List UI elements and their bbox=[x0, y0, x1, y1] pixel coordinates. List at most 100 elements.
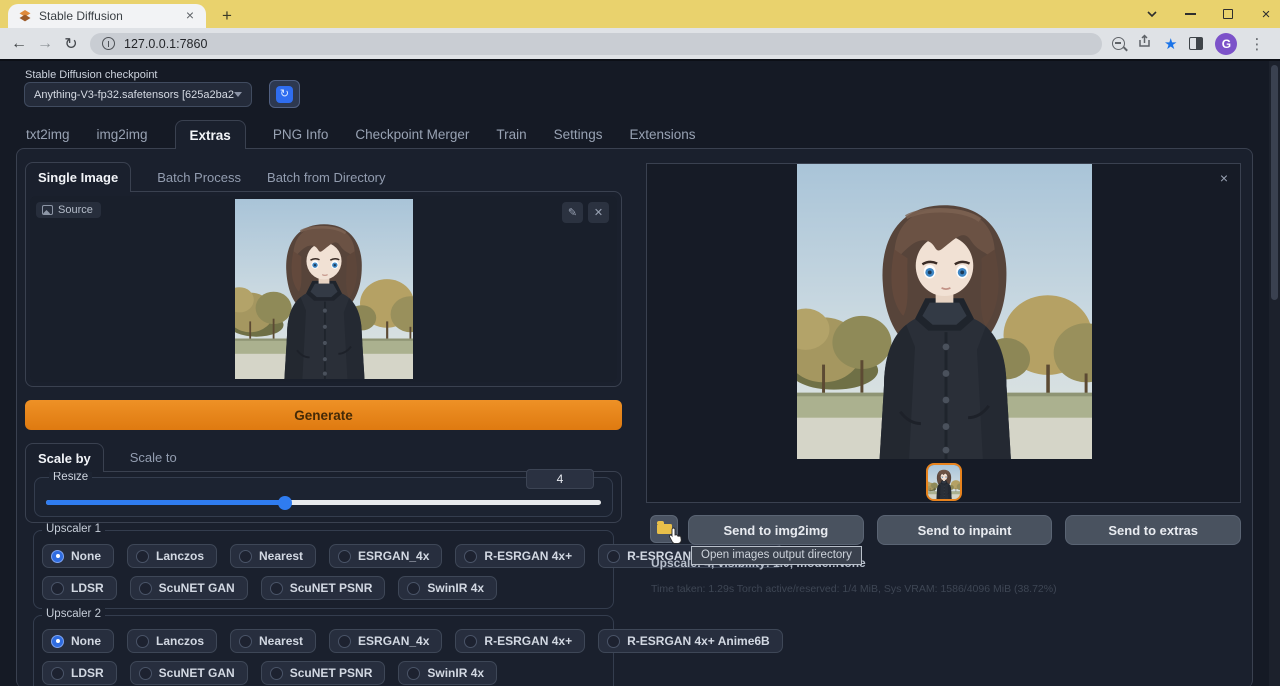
radio-icon bbox=[464, 635, 477, 648]
upscaler1-option-lanczos[interactable]: Lanczos bbox=[127, 544, 217, 568]
generation-stats-text: Time taken: 1.29s Torch active/reserved:… bbox=[651, 583, 1057, 595]
zoom-icon[interactable] bbox=[1112, 37, 1125, 50]
radio-icon bbox=[270, 582, 283, 595]
radio-icon bbox=[407, 667, 420, 680]
upscaler2-option-swinir4x[interactable]: SwinIR 4x bbox=[398, 661, 497, 685]
slider-thumb[interactable] bbox=[278, 496, 292, 510]
reload-button[interactable]: ↻ bbox=[58, 34, 84, 54]
pill-label: R-ESRGAN 4x+ bbox=[484, 634, 572, 648]
new-tab-button[interactable]: + bbox=[216, 5, 238, 27]
browser-tabstrip: Stable Diffusion × + × bbox=[0, 0, 1280, 28]
source-image[interactable] bbox=[235, 199, 413, 379]
upscaler-2-label: Upscaler 2 bbox=[42, 608, 105, 620]
back-button[interactable]: ← bbox=[6, 35, 32, 53]
pill-label: Nearest bbox=[259, 549, 303, 563]
checkpoint-label: Stable Diffusion checkpoint bbox=[25, 69, 158, 81]
output-image[interactable] bbox=[797, 164, 1092, 459]
forward-button[interactable]: → bbox=[32, 35, 58, 53]
browser-toolbar: ← → ↻ 127.0.0.1:7860 ★ G ⋮ bbox=[0, 28, 1280, 59]
browser-menu-icon[interactable]: ⋮ bbox=[1249, 35, 1264, 53]
radio-icon bbox=[270, 667, 283, 680]
extras-panel: Single Image Batch Process Batch from Di… bbox=[16, 148, 1253, 686]
pill-label: ScuNET PSNR bbox=[290, 666, 373, 680]
slider-fill bbox=[46, 500, 285, 505]
tab-settings[interactable]: Settings bbox=[554, 120, 603, 149]
gallery-thumbnail-selected[interactable] bbox=[926, 463, 962, 501]
tab-img2img[interactable]: img2img bbox=[97, 120, 148, 149]
subtab-scale-to[interactable]: Scale to bbox=[130, 443, 177, 472]
upscaler2-option-resrgan-anime6b[interactable]: R-ESRGAN 4x+ Anime6B bbox=[598, 629, 783, 653]
subtab-batch-process[interactable]: Batch Process bbox=[157, 162, 241, 192]
main-tab-bar: txt2img img2img Extras PNG Info Checkpoi… bbox=[16, 120, 696, 149]
upscaler2-option-resrgan4x[interactable]: R-ESRGAN 4x+ bbox=[455, 629, 585, 653]
source-label: Source bbox=[58, 204, 93, 216]
send-to-inpaint-button[interactable]: Send to inpaint bbox=[877, 515, 1053, 545]
upscaler1-option-resrgan4x[interactable]: R-ESRGAN 4x+ bbox=[455, 544, 585, 568]
upscaler2-option-scunet-psnr[interactable]: ScuNET PSNR bbox=[261, 661, 386, 685]
upscaler1-option-esrgan4x[interactable]: ESRGAN_4x bbox=[329, 544, 442, 568]
window-minimize-button[interactable] bbox=[1182, 6, 1198, 22]
radio-icon bbox=[407, 582, 420, 595]
site-info-icon[interactable] bbox=[102, 37, 115, 50]
address-bar[interactable]: 127.0.0.1:7860 bbox=[90, 33, 1102, 55]
upscaler2-option-lanczos[interactable]: Lanczos bbox=[127, 629, 217, 653]
subtab-single-image[interactable]: Single Image bbox=[25, 162, 131, 192]
upscaler2-option-ldsr[interactable]: LDSR bbox=[42, 661, 117, 685]
upscaler1-option-scunet-psnr[interactable]: ScuNET PSNR bbox=[261, 576, 386, 600]
pill-label: ScuNET GAN bbox=[159, 581, 235, 595]
tab-close-icon[interactable]: × bbox=[182, 8, 198, 24]
page-scrollbar[interactable] bbox=[1269, 61, 1280, 686]
screen: Stable Diffusion × + × ← → ↻ 127.0.0.1:7… bbox=[0, 0, 1280, 686]
pill-label: R-ESRGAN 4x+ bbox=[484, 549, 572, 563]
pill-label: SwinIR 4x bbox=[427, 666, 484, 680]
upscaler1-option-swinir4x[interactable]: SwinIR 4x bbox=[398, 576, 497, 600]
upscaler2-option-esrgan4x[interactable]: ESRGAN_4x bbox=[329, 629, 442, 653]
window-maximize-button[interactable] bbox=[1220, 6, 1236, 22]
upscaler1-option-none[interactable]: None bbox=[42, 544, 114, 568]
checkpoint-dropdown[interactable]: Anything-V3-fp32.safetensors [625a2ba2] bbox=[24, 82, 252, 107]
tab-png-info[interactable]: PNG Info bbox=[273, 120, 329, 149]
profile-avatar[interactable]: G bbox=[1215, 33, 1237, 55]
generate-button[interactable]: Generate bbox=[25, 400, 622, 430]
subtab-scale-by[interactable]: Scale by bbox=[25, 443, 104, 472]
upscaler2-option-scunet-gan[interactable]: ScuNET GAN bbox=[130, 661, 248, 685]
subtab-batch-from-directory[interactable]: Batch from Directory bbox=[267, 162, 385, 192]
refresh-checkpoints-button[interactable]: ↻ bbox=[269, 80, 300, 108]
url-text[interactable]: 127.0.0.1:7860 bbox=[124, 37, 207, 51]
side-panel-icon[interactable] bbox=[1189, 37, 1203, 50]
tab-extras[interactable]: Extras bbox=[175, 120, 246, 149]
scrollbar-thumb[interactable] bbox=[1271, 65, 1278, 300]
source-image-dropzone[interactable]: Source ✎ ✕ bbox=[30, 196, 617, 382]
send-to-img2img-button[interactable]: Send to img2img bbox=[688, 515, 864, 545]
dropzone-tools: ✎ ✕ bbox=[562, 202, 609, 223]
resize-number-input[interactable]: 4 bbox=[526, 469, 594, 489]
pill-label: None bbox=[71, 634, 101, 648]
clear-image-icon[interactable]: ✕ bbox=[588, 202, 609, 223]
tab-train[interactable]: Train bbox=[496, 120, 526, 149]
window-close-button[interactable]: × bbox=[1258, 6, 1274, 22]
bookmark-star-icon[interactable]: ★ bbox=[1164, 35, 1177, 53]
resize-slider[interactable] bbox=[46, 500, 601, 505]
upscaler1-option-nearest[interactable]: Nearest bbox=[230, 544, 316, 568]
upscaler1-option-ldsr[interactable]: LDSR bbox=[42, 576, 117, 600]
upscaler2-option-none[interactable]: None bbox=[42, 629, 114, 653]
share-icon[interactable] bbox=[1137, 34, 1152, 54]
tab-extensions[interactable]: Extensions bbox=[629, 120, 695, 149]
extras-subtabs: Single Image Batch Process Batch from Di… bbox=[25, 162, 386, 192]
send-to-extras-button[interactable]: Send to extras bbox=[1065, 515, 1241, 545]
radio-icon bbox=[136, 635, 149, 648]
send-buttons-row: Send to img2img Send to inpaint Send to … bbox=[688, 515, 1241, 545]
radio-icon bbox=[51, 667, 64, 680]
single-image-panel: Source ✎ ✕ bbox=[25, 191, 622, 387]
upscaler1-option-scunet-gan[interactable]: ScuNET GAN bbox=[130, 576, 248, 600]
tab-txt2img[interactable]: txt2img bbox=[26, 120, 70, 149]
edit-image-icon[interactable]: ✎ bbox=[562, 202, 583, 223]
upscaler2-option-nearest[interactable]: Nearest bbox=[230, 629, 316, 653]
tab-checkpoint-merger[interactable]: Checkpoint Merger bbox=[355, 120, 469, 149]
gallery-close-icon[interactable]: × bbox=[1220, 170, 1228, 186]
browser-tab[interactable]: Stable Diffusion × bbox=[8, 4, 206, 28]
chrome-menu-chevron-icon[interactable] bbox=[1144, 6, 1160, 22]
radio-icon bbox=[136, 550, 149, 563]
scale-by-panel: Resize 4 bbox=[25, 471, 622, 523]
pill-label: LDSR bbox=[71, 666, 104, 680]
